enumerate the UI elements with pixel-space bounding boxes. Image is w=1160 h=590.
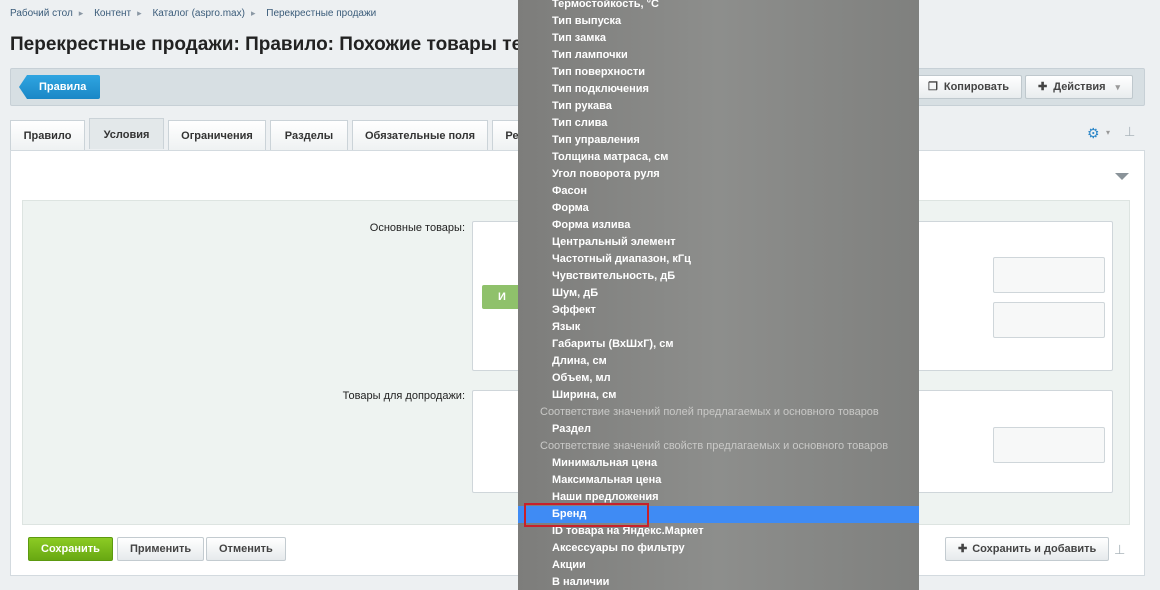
dropdown-option[interactable]: Частотный диапазон, кГц	[552, 251, 691, 268]
dropdown-option[interactable]: Чувствительность, дБ	[552, 268, 675, 285]
dropdown-option[interactable]: Аксессуары по фильтру	[552, 540, 685, 557]
dropdown-option[interactable]: Форма излива	[552, 217, 630, 234]
copy-button-label: Копировать	[943, 81, 1010, 93]
dropdown-option[interactable]: Тип выпуска	[552, 13, 621, 30]
apply-button[interactable]: Применить	[117, 537, 205, 561]
tab-sections[interactable]: Разделы	[270, 120, 348, 151]
tab-rule[interactable]: Правило	[10, 120, 85, 151]
dropdown-option[interactable]: Термостойкость, °С	[552, 0, 659, 13]
breadcrumb-item-cross-sales[interactable]: Перекрестные продажи	[266, 8, 376, 19]
copy-button[interactable]: ❐ Копировать	[915, 75, 1023, 99]
condition-field[interactable]	[993, 427, 1105, 463]
chevron-down-icon[interactable]: ▾	[1106, 128, 1110, 137]
dropdown-option[interactable]: Минимальная цена	[552, 455, 657, 472]
condition-field[interactable]	[993, 302, 1105, 338]
extra-goods-label: Товары для допродажи:	[342, 390, 465, 402]
tab-required-fields[interactable]: Обязательные поля	[352, 120, 488, 151]
dropdown-option[interactable]: Ширина, см	[552, 387, 616, 404]
breadcrumb-item-desktop[interactable]: Рабочий стол	[10, 8, 73, 19]
breadcrumb-separator-icon: ▸	[250, 8, 256, 18]
dropdown-option[interactable]: Тип управления	[552, 132, 640, 149]
breadcrumb: Рабочий стол ▸ Контент ▸ Каталог (aspro.ma…	[10, 8, 382, 19]
actions-button[interactable]: ✚ Действия ▾	[1025, 75, 1134, 99]
dropdown-option[interactable]: Форма	[552, 200, 589, 217]
tab-conditions[interactable]: Условия	[89, 118, 164, 149]
dropdown-option[interactable]: Максимальная цена	[552, 472, 661, 489]
cancel-button[interactable]: Отменить	[206, 537, 286, 561]
dropdown-option[interactable]: Угол поворота руля	[552, 166, 660, 183]
dropdown-option[interactable]: В наличии	[552, 574, 609, 590]
dropdown-option[interactable]: Объем, мл	[552, 370, 611, 387]
dropdown-option[interactable]: Тип лампочки	[552, 47, 628, 64]
pin-icon[interactable]: ⊥	[1124, 124, 1135, 140]
breadcrumb-separator-icon: ▸	[78, 8, 84, 18]
dropdown-option[interactable]: Длина, см	[552, 353, 607, 370]
dropdown-option[interactable]: Язык	[552, 319, 580, 336]
dropdown-option[interactable]: Тип замка	[552, 30, 606, 47]
main-goods-label: Основные товары:	[369, 222, 465, 234]
dropdown-option[interactable]: Фасон	[552, 183, 587, 200]
dropdown-option[interactable]: Тип поверхности	[552, 64, 645, 81]
dropdown-option[interactable]: Эффект	[552, 302, 596, 319]
pin-icon[interactable]: ⊥	[1114, 542, 1125, 558]
collapse-arrow-icon[interactable]	[1115, 173, 1129, 180]
highlight-annotation	[524, 503, 649, 527]
dropdown-option[interactable]: Шум, дБ	[552, 285, 598, 302]
breadcrumb-separator-icon: ▸	[137, 8, 142, 18]
actions-button-label: Действия	[1053, 81, 1106, 93]
gear-icon[interactable]: ⚙	[1087, 125, 1100, 142]
dropdown-group-header: Соответствие значений полей предлагаемых…	[540, 406, 879, 418]
page-title: Перекрестные продажи: Правило: Похожие т…	[10, 34, 523, 55]
condition-field[interactable]	[993, 257, 1105, 293]
tab-restrictions[interactable]: Ограничения	[168, 120, 266, 151]
dropdown-option[interactable]: Габариты (ВхШхГ), см	[552, 336, 673, 353]
dropdown-option[interactable]: Тип подключения	[552, 81, 649, 98]
dropdown-option[interactable]: Акции	[552, 557, 586, 574]
plus-icon: ✚	[958, 543, 968, 555]
copy-icon: ❐	[928, 81, 938, 93]
rules-back-button[interactable]: Правила	[19, 75, 101, 99]
save-and-add-label: Сохранить и добавить	[972, 543, 1097, 555]
breadcrumb-item-content[interactable]: Контент	[94, 8, 131, 19]
save-button[interactable]: Сохранить	[28, 537, 113, 561]
dropdown-option[interactable]: Толщина матраса, см	[552, 149, 668, 166]
chevron-down-icon: ▾	[1115, 82, 1121, 92]
dropdown-option[interactable]: Тип рукава	[552, 98, 612, 115]
property-dropdown-list[interactable]: Термостойкость, °С Тип выпуска Тип замка Ти…	[518, 0, 919, 590]
dropdown-option[interactable]: Тип слива	[552, 115, 607, 132]
breadcrumb-item-catalog[interactable]: Каталог (aspro.max)	[152, 8, 244, 19]
plus-icon: ✚	[1038, 81, 1048, 93]
dropdown-option[interactable]: Раздел	[552, 421, 591, 438]
and-operator-button[interactable]: И	[482, 285, 522, 309]
save-and-add-button[interactable]: ✚ Сохранить и добавить	[945, 537, 1110, 561]
dropdown-group-header: Соответствие значений свойств предлагаем…	[540, 440, 889, 452]
dropdown-option[interactable]: Центральный элемент	[552, 234, 676, 251]
